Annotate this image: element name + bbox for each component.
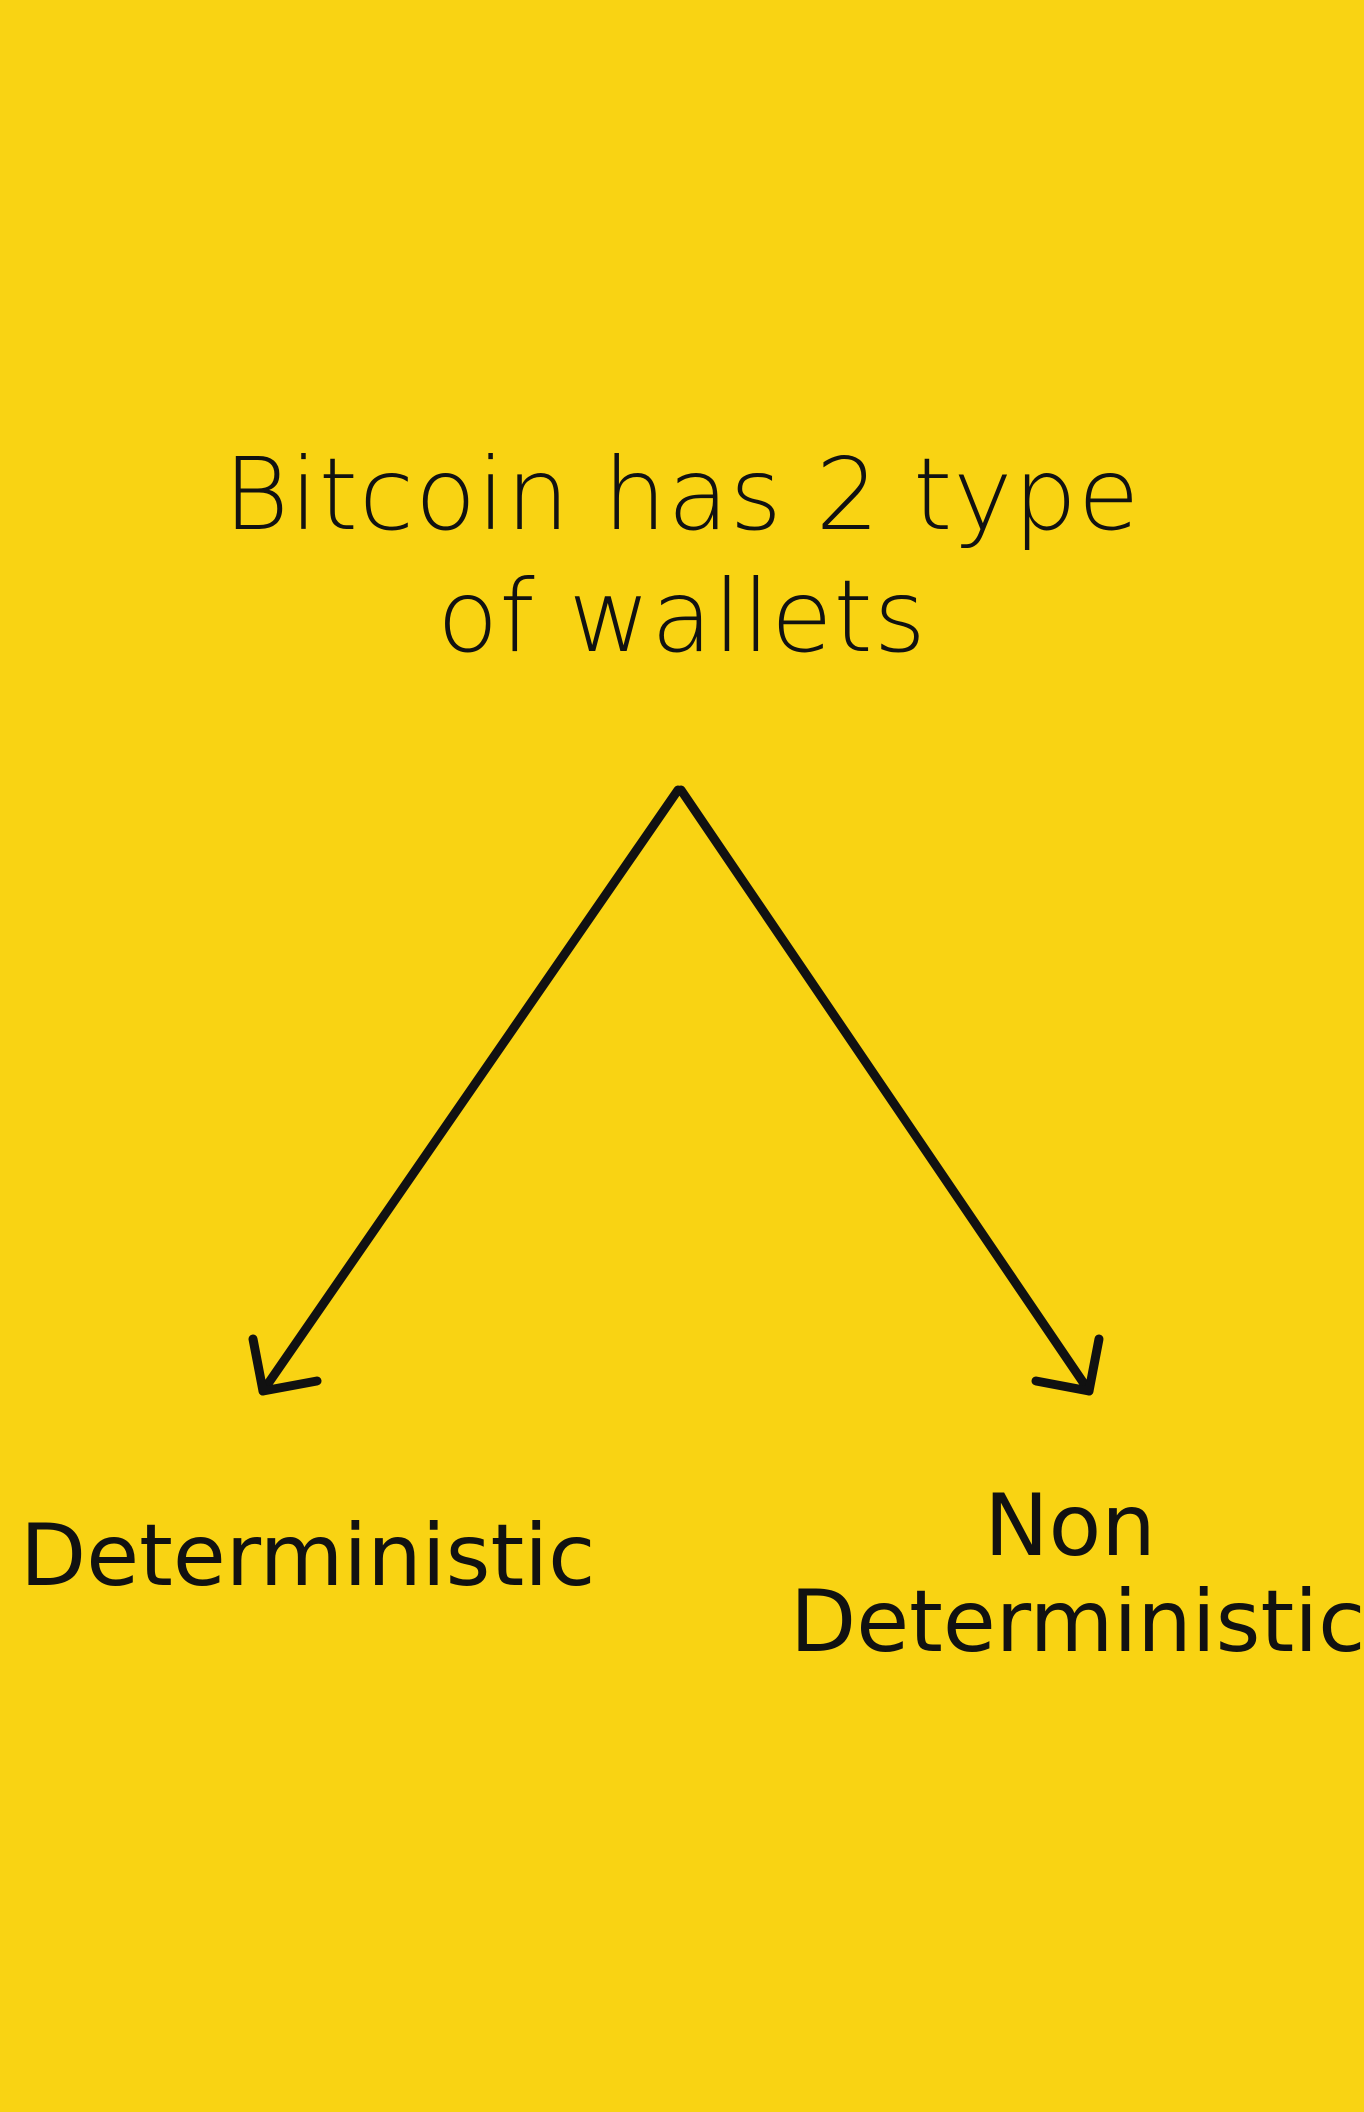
arrow-right (676, 785, 1094, 1396)
page: { "title": { "line1": "Bitcoin has 2 typ… (0, 0, 1364, 2112)
non-deterministic-label-line-2: Deterministic (790, 1572, 1364, 1672)
arrow-left (258, 785, 683, 1396)
title-line-1: Bitcoin has 2 type (223, 436, 1141, 553)
title-line-2: of wallets (437, 558, 927, 675)
deterministic-label: Deterministic (20, 1506, 596, 1606)
non-deterministic-label-line-1: Non (984, 1476, 1156, 1576)
wallet-types-diagram (248, 785, 1104, 1396)
